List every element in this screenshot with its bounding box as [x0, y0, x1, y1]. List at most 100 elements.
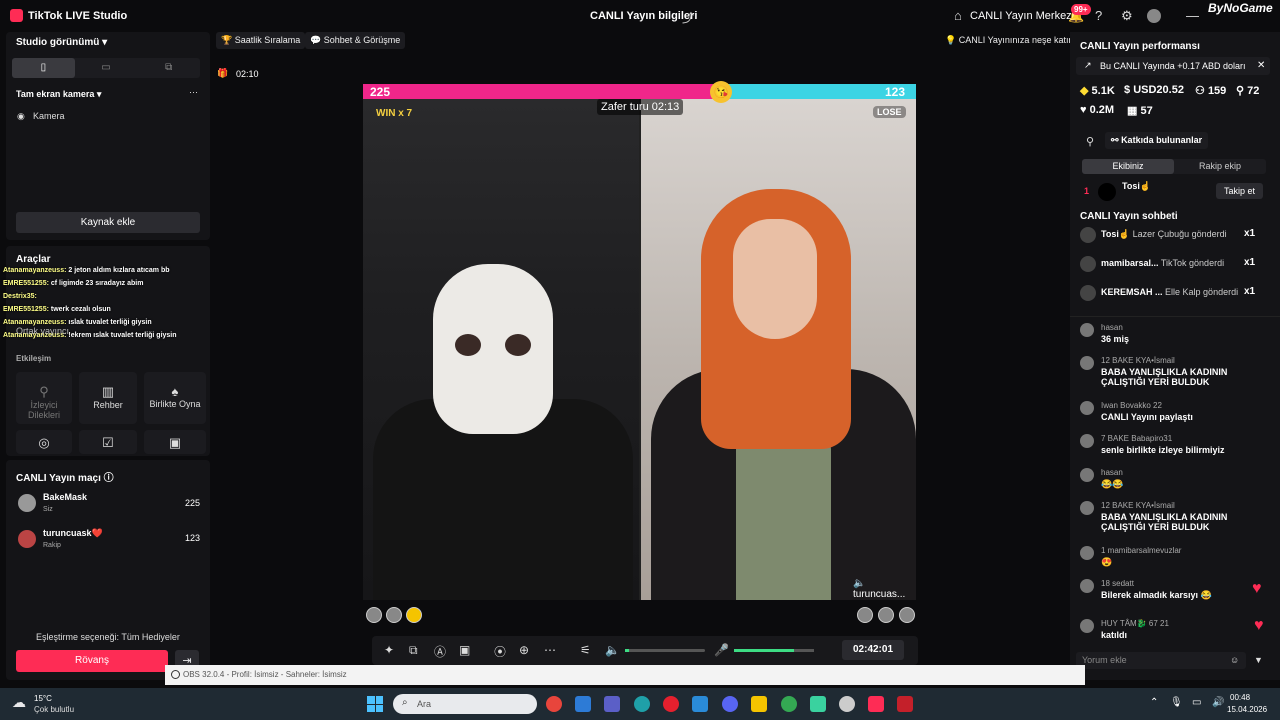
camera-section-label: Tam ekran kamera	[16, 89, 95, 99]
avatar[interactable]	[386, 607, 402, 623]
match-panel	[6, 460, 210, 680]
help-icon[interactable]: ?	[1095, 8, 1102, 23]
close-icon[interactable]: ✕	[1257, 60, 1265, 71]
studio-view-dropdown[interactable]: Studio görünümü ▾	[16, 37, 107, 48]
store-icon[interactable]	[575, 696, 591, 712]
app-icon[interactable]	[810, 696, 826, 712]
tiktok-logo-icon	[10, 9, 23, 22]
follow-button[interactable]: Takip et	[1216, 183, 1264, 199]
emoji-icon[interactable]: ☺	[1230, 655, 1239, 665]
opera-icon[interactable]	[663, 696, 679, 712]
opponent-face	[733, 219, 817, 339]
hourly-ranking-chip[interactable]: 🏆 Saatlik Sıralama	[216, 32, 306, 49]
heart-icon: ♥	[1252, 580, 1262, 597]
mic-slider[interactable]	[734, 649, 814, 652]
layout-icon[interactable]: ⧉	[137, 58, 200, 78]
avatar[interactable]	[878, 607, 894, 623]
media-icon[interactable]	[897, 696, 913, 712]
chat-user: hasan	[1101, 468, 1123, 477]
record-icon[interactable]: ⦿	[494, 643, 506, 660]
avatar	[1080, 579, 1094, 593]
add-source-button[interactable]: Kaynak ekle	[16, 212, 200, 233]
avatar[interactable]	[857, 607, 873, 623]
taskbar-search[interactable]: Ara	[393, 694, 537, 714]
heart-icon: ♥	[1080, 104, 1087, 116]
comment-input[interactable]: Yorum ekle	[1076, 652, 1246, 669]
home-icon[interactable]: ⌂	[954, 8, 962, 23]
gear-icon[interactable]: ⚙	[1121, 8, 1133, 24]
chat-call-chip[interactable]: 💬 Sohbet & Görüşme	[305, 32, 406, 49]
teams-icon[interactable]	[604, 696, 620, 712]
filter-icon[interactable]: ▼	[1254, 655, 1263, 665]
target-icon[interactable]: ⊕	[519, 643, 529, 657]
more-icon[interactable]: ⋯	[189, 87, 198, 98]
rematch-button[interactable]: Rövanş	[16, 650, 168, 672]
tab-rival[interactable]: Rakip ekip	[1174, 159, 1266, 174]
volume-slider[interactable]	[625, 649, 705, 652]
mask-eye	[505, 334, 531, 356]
help-icon[interactable]: ⓘ	[104, 473, 114, 484]
network-icon[interactable]: ▭	[1192, 697, 1201, 708]
mail-icon[interactable]	[692, 696, 708, 712]
more-icon[interactable]: ⋯	[544, 643, 556, 657]
mic-icon[interactable]: 🎤	[714, 643, 729, 657]
tile-more-1[interactable]: ◎	[16, 430, 72, 454]
magic-wand-icon[interactable]: ✦	[384, 643, 394, 657]
tile-more-3[interactable]: ▣	[144, 430, 206, 454]
contributors-button[interactable]: ⚯ Katkıda bulunanlar	[1105, 132, 1209, 149]
obs-window-bar[interactable]: OBS 32.0.4 - Profil: İsimsiz - Sahneler:…	[165, 665, 1085, 685]
add-joy-chip[interactable]: 💡 CANLI Yayınınıza neşe katın	[940, 32, 1078, 49]
avatar[interactable]	[366, 607, 382, 623]
tiktok-icon[interactable]	[868, 696, 884, 712]
orientation-switch[interactable]: ▯ ▭ ⧉	[12, 58, 200, 78]
chat-text: 😍	[1101, 557, 1113, 567]
obs-logo-icon	[171, 670, 180, 679]
book-icon: ▥	[101, 384, 115, 399]
chevron-up-icon[interactable]: ⌃	[1150, 697, 1158, 708]
tile-viewer-wishes[interactable]: ⚲ İzleyici Dilekleri	[16, 372, 72, 424]
diamond-icon: ◆	[1080, 85, 1089, 97]
mic-fill	[734, 649, 794, 652]
effects-icon[interactable]: ⧉	[409, 643, 418, 658]
camera-section-title[interactable]: Tam ekran kamera ▾	[16, 89, 101, 100]
tile-more-2[interactable]: ☑	[79, 430, 137, 454]
co-host-label[interactable]: Ortak yayıncı	[16, 326, 69, 336]
mic-icon[interactable]: 🎙	[1170, 697, 1183, 708]
chip-label: Sohbet & Görüşme	[323, 35, 401, 45]
landscape-icon[interactable]: ▭	[75, 58, 138, 78]
obs-icon[interactable]	[839, 696, 855, 712]
avatar[interactable]	[1147, 9, 1161, 23]
money-icon: $	[1124, 84, 1131, 96]
gift-count: x1	[1244, 286, 1256, 297]
ai-icon[interactable]: Ⓐ	[434, 643, 446, 660]
tab-team[interactable]: Ekibiniz	[1082, 159, 1174, 174]
share-icon[interactable]: ⤴	[682, 9, 694, 26]
overlay-chat-line: Atanamayanzeuss: ıslak tuvalet terliği g…	[3, 319, 152, 326]
emoji-icon: 😘	[710, 81, 732, 103]
avatar[interactable]	[899, 607, 915, 623]
avatar[interactable]	[406, 607, 422, 623]
live-center-link[interactable]: CANLI Yayın Merkezi	[970, 10, 1074, 22]
portrait-icon[interactable]: ▯	[12, 58, 75, 78]
folder-icon[interactable]	[751, 696, 767, 712]
minimize-icon[interactable]: —	[1186, 8, 1199, 23]
clock-time[interactable]: 00:48	[1230, 693, 1250, 702]
windows-start-icon[interactable]	[367, 696, 383, 712]
tile-guide[interactable]: ▥ Rehber	[79, 372, 137, 424]
tile-play-together[interactable]: ♠ Birlikte Oyna	[144, 372, 206, 424]
edge-icon[interactable]	[634, 696, 650, 712]
obs-title: OBS 32.0.4 - Profil: İsimsiz - Sahneler:…	[183, 670, 347, 679]
speaker-icon[interactable]: 🔈	[605, 643, 620, 657]
overlay-chat-line: Atanamayanzeuss: 2 jeton aldım kızlara a…	[3, 267, 170, 274]
clock-date[interactable]: 15.04.2026	[1227, 705, 1267, 714]
chat-user: Atanamayanzeuss:	[3, 319, 67, 326]
chrome-icon[interactable]	[546, 696, 562, 712]
matching-option[interactable]: Eşleştirme seçeneği: Tüm Hediyeler	[36, 632, 180, 642]
screen-icon[interactable]: ▣	[459, 643, 470, 657]
discord-icon[interactable]	[722, 696, 738, 712]
chrome-alt-icon[interactable]	[781, 696, 797, 712]
notification-badge: 99+	[1071, 4, 1091, 15]
speaker-icon[interactable]: 🔊	[1212, 697, 1224, 708]
camera-source-item[interactable]: Kamera	[33, 111, 65, 121]
sliders-icon[interactable]: ⚟	[580, 643, 591, 657]
